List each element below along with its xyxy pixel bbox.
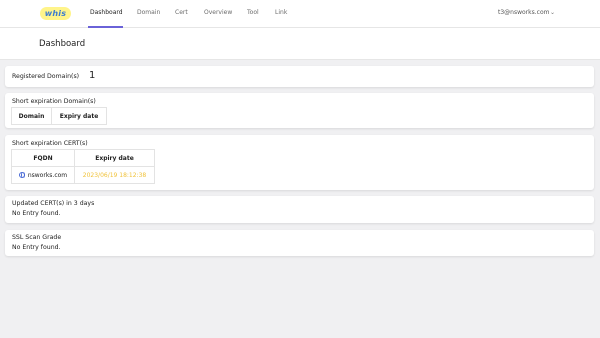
page-title: Dashboard (39, 39, 86, 49)
chevron-down-icon[interactable]: ⌄ (550, 9, 555, 16)
nav-link[interactable]: Link (275, 9, 287, 16)
cert-expiry-date: 2023/06/19 18:12:38 (74, 166, 155, 184)
registered-domains-card: Registered Domain(s) 1 (5, 66, 594, 87)
nav-dashboard[interactable]: Dashboard (90, 9, 123, 16)
short-domains-label: Short expiration Domain(s) (12, 98, 96, 105)
short-certs-table: FQDN Expiry date nsworks.com 2023/06/19 … (11, 149, 155, 184)
app-logo[interactable]: whis (40, 7, 71, 20)
ssl-scan-empty: No Entry found. (12, 244, 61, 251)
column-header-expiry[interactable]: Expiry date (74, 149, 155, 167)
column-header-expiry[interactable]: Expiry date (51, 107, 107, 125)
updated-certs-empty: No Entry found. (12, 210, 61, 217)
registered-domains-count: 1 (89, 70, 96, 81)
updated-certs-label: Updated CERT(s) in 3 days (12, 200, 95, 207)
short-certs-label: Short expiration CERT(s) (12, 140, 88, 147)
table-header-row: Domain Expiry date (11, 107, 107, 125)
column-header-fqdn[interactable]: FQDN (11, 149, 75, 167)
globe-icon (18, 171, 25, 178)
column-header-domain[interactable]: Domain (11, 107, 52, 125)
nav-overview[interactable]: Overview (204, 9, 232, 16)
table-header-row: FQDN Expiry date (11, 149, 155, 167)
ssl-scan-grade-card: SSL Scan Grade No Entry found. (5, 230, 594, 256)
short-expiration-domains-card: Short expiration Domain(s) Domain Expiry… (5, 93, 594, 128)
nav-cert[interactable]: Cert (175, 9, 188, 16)
nav-domain[interactable]: Domain (137, 9, 160, 16)
short-domains-table: Domain Expiry date (11, 107, 107, 125)
cert-fqdn-cell[interactable]: nsworks.com (11, 166, 75, 184)
page-header: Dashboard (0, 28, 600, 60)
top-navbar: whis Dashboard Domain Cert Overview Tool… (0, 0, 600, 28)
short-expiration-certs-card: Short expiration CERT(s) FQDN Expiry dat… (5, 135, 594, 190)
user-email[interactable]: t3@nsworks.com (498, 9, 549, 16)
ssl-scan-label: SSL Scan Grade (12, 234, 62, 241)
registered-domains-label: Registered Domain(s) (12, 73, 80, 80)
updated-certs-card: Updated CERT(s) in 3 days No Entry found… (5, 196, 594, 223)
table-row[interactable]: nsworks.com 2023/06/19 18:12:38 (11, 166, 155, 184)
nav-tool[interactable]: Tool (247, 9, 259, 16)
cert-fqdn[interactable]: nsworks.com (28, 172, 67, 179)
